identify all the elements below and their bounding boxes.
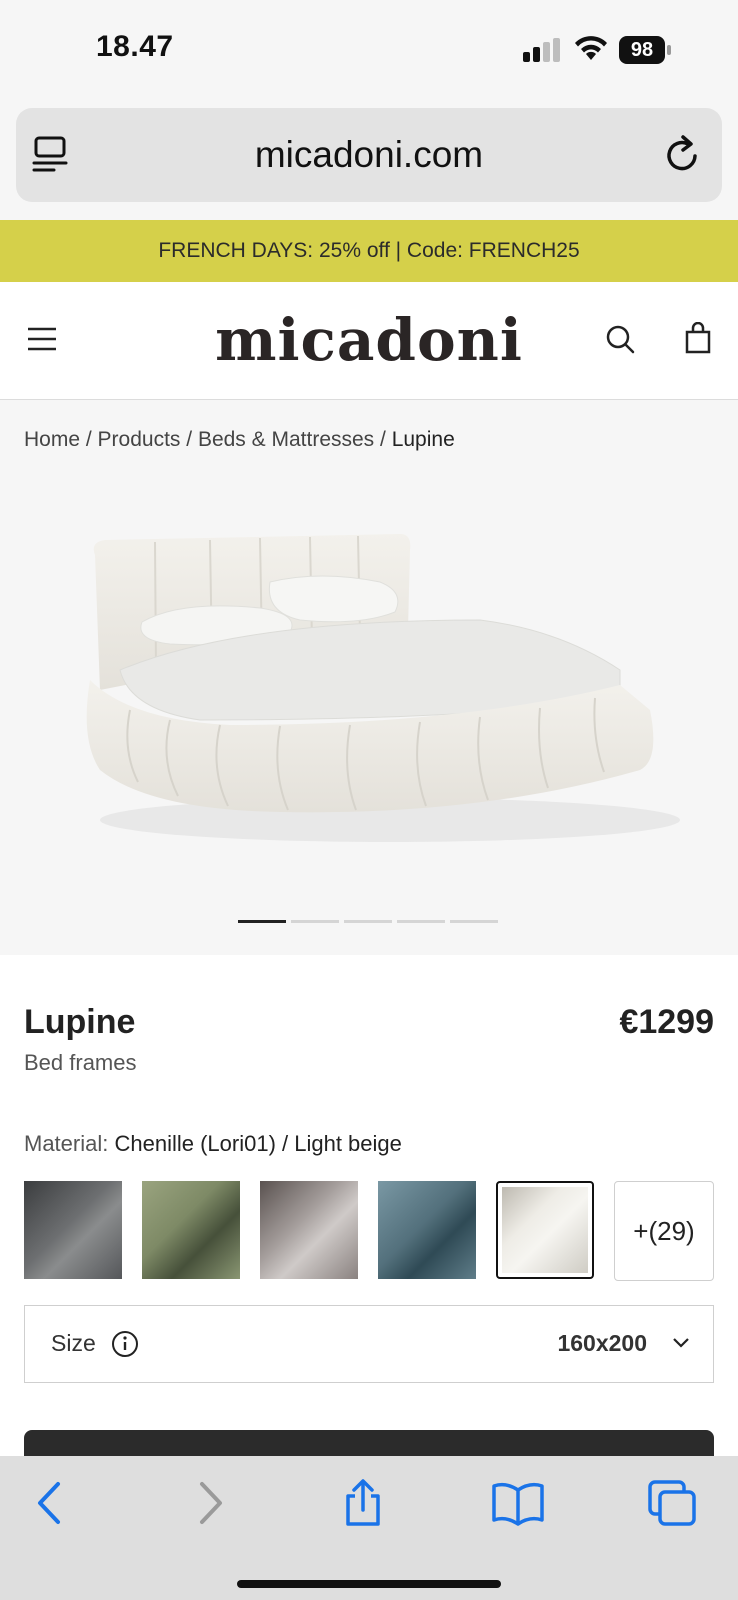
material-swatches: +(29) — [24, 1181, 714, 1281]
cellular-signal-icon — [523, 38, 560, 62]
carousel-dot[interactable] — [450, 920, 498, 923]
bookmarks-icon[interactable] — [490, 1478, 546, 1528]
product-category: Bed frames — [24, 1050, 137, 1075]
back-icon[interactable] — [34, 1478, 66, 1528]
wifi-icon — [575, 36, 607, 60]
share-icon[interactable] — [340, 1478, 386, 1528]
site-header: micadoni — [0, 282, 738, 400]
carousel-dot[interactable] — [291, 920, 339, 923]
chevron-down-icon — [673, 1338, 689, 1348]
status-bar: 18.47 98 — [0, 0, 738, 100]
breadcrumb-products[interactable]: Products — [98, 428, 181, 451]
product-price: €1299 — [619, 1003, 714, 1041]
material-value: Chenille (Lori01) / Light beige — [114, 1131, 402, 1156]
breadcrumb-beds[interactable]: Beds & Mattresses — [198, 428, 374, 451]
breadcrumb-home[interactable]: Home — [24, 428, 80, 451]
carousel-dot[interactable] — [344, 920, 392, 923]
battery-percent: 98 — [630, 39, 654, 61]
search-icon[interactable] — [605, 324, 635, 354]
swatch-fill — [24, 1181, 122, 1279]
info-icon[interactable] — [111, 1330, 139, 1358]
forward-icon[interactable] — [194, 1478, 226, 1528]
status-time: 18.47 — [96, 30, 174, 63]
carousel-dot[interactable] — [238, 920, 286, 923]
product-name: Lupine — [24, 1003, 136, 1041]
breadcrumb-current: Lupine — [391, 428, 455, 451]
swatch-taupe[interactable] — [260, 1181, 358, 1279]
product-image[interactable] — [60, 520, 680, 860]
carousel-indicator[interactable] — [238, 920, 498, 923]
browser-toolbar — [0, 1456, 738, 1600]
swatch-fill — [378, 1181, 476, 1279]
swatch-fill — [260, 1181, 358, 1279]
material-label-text: Material: — [24, 1131, 109, 1156]
material-label: Material: Chenille (Lori01) / Light beig… — [24, 1131, 402, 1157]
shopping-bag-icon[interactable] — [684, 322, 712, 354]
home-indicator — [237, 1580, 501, 1588]
swatch-fill — [502, 1187, 588, 1273]
size-label: Size — [51, 1330, 96, 1356]
swatch-fill — [142, 1181, 240, 1279]
address-bar[interactable]: micadoni.com — [16, 108, 722, 202]
more-swatches-button[interactable]: +(29) — [614, 1181, 714, 1281]
url-text[interactable]: micadoni.com — [16, 134, 722, 176]
size-value: 160x200 — [557, 1330, 647, 1356]
promo-text: FRENCH DAYS: 25% off | Code: FRENCH25 — [158, 239, 580, 262]
size-select[interactable]: Size 160x200 — [24, 1305, 714, 1383]
promo-banner[interactable]: FRENCH DAYS: 25% off | Code: FRENCH25 — [0, 220, 738, 282]
product-info: Lupine Bed frames €1299 Material: Chenil… — [0, 955, 738, 1470]
swatch-sage-green[interactable] — [142, 1181, 240, 1279]
breadcrumb: Home / Products / Beds & Mattresses / Lu… — [24, 428, 455, 451]
carousel-dot[interactable] — [397, 920, 445, 923]
swatch-dark-grey[interactable] — [24, 1181, 122, 1279]
tabs-overview-icon[interactable] — [646, 1478, 698, 1528]
swatch-light-beige[interactable] — [496, 1181, 594, 1279]
battery-indicator: 98 — [619, 36, 671, 64]
swatch-petrol-blue[interactable] — [378, 1181, 476, 1279]
reload-icon[interactable] — [664, 134, 702, 176]
